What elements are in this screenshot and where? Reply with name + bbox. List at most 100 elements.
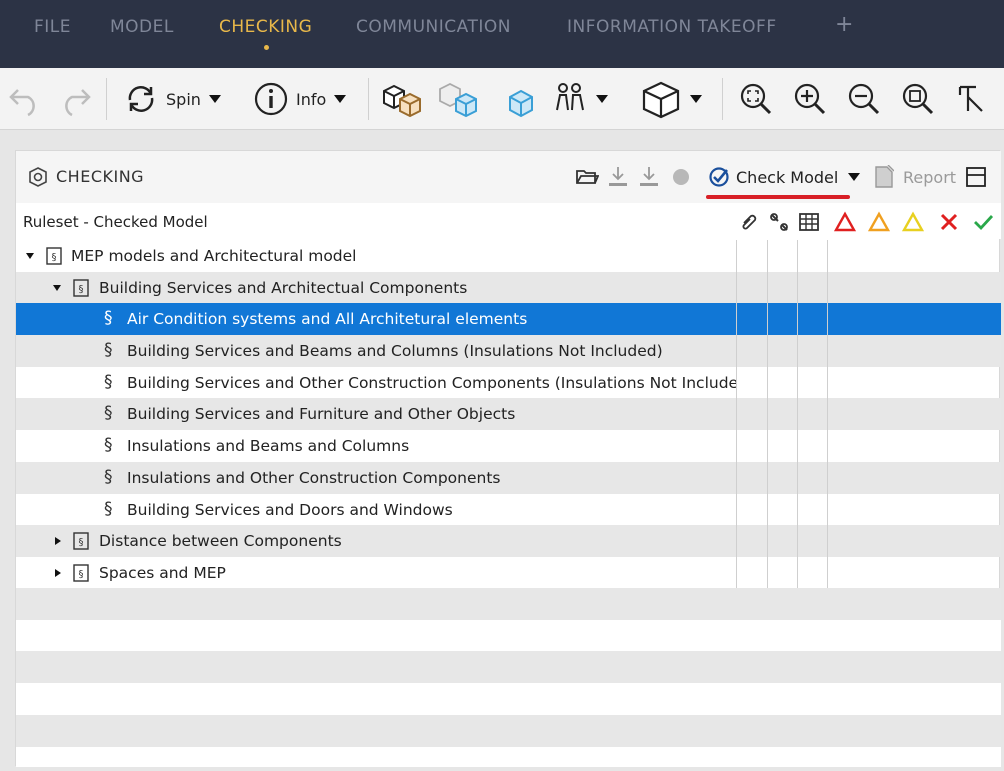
- expand-right-icon[interactable]: [53, 536, 63, 546]
- cube-icon: [642, 81, 680, 119]
- tree-group-label: Spaces and MEP: [99, 563, 226, 582]
- ruleset-folder-icon: §: [46, 247, 62, 265]
- tree-row-rule[interactable]: § Building Services and Doors and Window…: [16, 494, 1001, 526]
- top-menu-bar: FILE MODEL CHECKING COMMUNICATION INFORM…: [0, 0, 1004, 68]
- menu-checking[interactable]: CHECKING: [219, 17, 312, 37]
- major-issue-icon[interactable]: [868, 211, 890, 233]
- add-tab-button[interactable]: +: [835, 12, 853, 37]
- zoom-out-icon: [848, 83, 880, 115]
- people-button[interactable]: [552, 68, 608, 130]
- zoom-out-button[interactable]: [846, 68, 882, 130]
- spin-dropdown-caret[interactable]: [208, 95, 221, 103]
- download-icon[interactable]: [607, 165, 629, 189]
- critical-issue-icon[interactable]: [834, 211, 856, 233]
- record-icon[interactable]: [671, 167, 691, 187]
- tree-row-rule[interactable]: § Air Condition systems and All Architet…: [16, 303, 1001, 336]
- toolbar-separator: [722, 78, 723, 120]
- info-icon: [254, 82, 288, 116]
- tree-row-group[interactable]: § Distance between Components: [16, 525, 1001, 557]
- ruleset-folder-icon: §: [73, 278, 89, 297]
- model-box-blue-icon: [509, 89, 533, 118]
- column-divider: [827, 240, 828, 588]
- menu-information-takeoff[interactable]: INFORMATION TAKEOFF: [567, 17, 777, 37]
- zoom-window-icon: [902, 83, 934, 115]
- spin-button[interactable]: Spin: [122, 68, 221, 130]
- undo-button[interactable]: [6, 68, 44, 130]
- rule-label: Building Services and Beams and Columns …: [127, 342, 663, 361]
- rule-icon: §: [104, 498, 113, 519]
- svg-text:§: §: [52, 252, 57, 263]
- tree-row-rule[interactable]: § Building Services and Furniture and Ot…: [16, 398, 1001, 431]
- empty-row: [16, 747, 1001, 767]
- toolbar-separator: [106, 78, 107, 120]
- model-boxes-blue-icon: [439, 82, 477, 118]
- tree-row-rule[interactable]: § Insulations and Other Construction Com…: [16, 461, 1001, 494]
- info-button[interactable]: Info: [252, 68, 347, 130]
- rule-label: Insulations and Beams and Columns: [127, 437, 410, 456]
- check-model-highlight-underline: [706, 195, 850, 199]
- model-boxes-button[interactable]: [380, 68, 424, 130]
- view-cube-dropdown-caret[interactable]: [690, 95, 702, 103]
- expand-down-icon[interactable]: [25, 251, 35, 261]
- menu-model[interactable]: MODEL: [110, 17, 174, 37]
- panel-header: CHECKING Check Model Report: [16, 151, 1001, 203]
- ruleset-column-header[interactable]: Ruleset - Checked Model: [23, 213, 208, 231]
- zoom-in-button[interactable]: [792, 68, 828, 130]
- tree-row-group[interactable]: § Building Services and Architectual Com…: [16, 271, 1001, 304]
- expand-down-icon[interactable]: [52, 283, 62, 293]
- menu-communication[interactable]: COMMUNICATION: [356, 17, 511, 37]
- empty-row: [16, 651, 1001, 683]
- redo-icon: [65, 89, 91, 117]
- rule-icon: §: [104, 435, 113, 456]
- info-label: Info: [296, 89, 327, 109]
- check-model-button[interactable]: Check Model: [708, 163, 861, 191]
- tree-row-group[interactable]: § Spaces and MEP: [16, 557, 1001, 589]
- wrench-icon[interactable]: [768, 211, 790, 233]
- expand-right-icon[interactable]: [53, 568, 63, 578]
- tree-row-rule[interactable]: § Building Services and Other Constructi…: [16, 367, 1001, 399]
- rejected-icon[interactable]: [938, 211, 960, 233]
- paperclip-icon[interactable]: [738, 211, 760, 233]
- pan-button[interactable]: [952, 68, 988, 130]
- accepted-icon[interactable]: [972, 211, 994, 233]
- view-cube-button[interactable]: [640, 68, 702, 130]
- column-divider: [736, 240, 737, 588]
- open-folder-icon[interactable]: [575, 165, 599, 189]
- redo-button[interactable]: [56, 68, 94, 130]
- tree-group-label: Building Services and Architectual Compo…: [99, 278, 468, 297]
- info-dropdown-caret[interactable]: [334, 95, 347, 103]
- column-divider: [767, 240, 768, 588]
- rule-icon: §: [104, 466, 113, 487]
- zoom-fit-button[interactable]: [738, 68, 774, 130]
- model-box-button[interactable]: [502, 68, 540, 130]
- tree-row-rule[interactable]: § Building Services and Beams and Column…: [16, 335, 1001, 367]
- empty-row: [16, 620, 1001, 652]
- svg-text:§: §: [79, 537, 84, 548]
- check-model-dropdown-caret[interactable]: [848, 173, 861, 181]
- minor-issue-icon[interactable]: [902, 211, 924, 233]
- people-icon: [556, 83, 584, 111]
- spin-label: Spin: [166, 89, 201, 109]
- rule-icon: §: [104, 308, 113, 329]
- checking-panel: CHECKING Check Model Report Ruleset - Ch…: [15, 150, 1001, 767]
- empty-row: [16, 588, 1001, 620]
- rule-label: Building Services and Other Construction…: [127, 373, 737, 392]
- model-boxes-selected-button[interactable]: [436, 68, 480, 130]
- table-icon[interactable]: [798, 211, 820, 233]
- download-alt-icon[interactable]: [638, 165, 660, 189]
- panel-maximize-icon[interactable]: [965, 166, 987, 188]
- toolbar: Spin Info: [0, 68, 1004, 130]
- report-icon[interactable]: [874, 165, 894, 189]
- svg-text:§: §: [79, 284, 84, 295]
- menu-file[interactable]: FILE: [34, 17, 71, 37]
- tree-row-rule[interactable]: § Insulations and Beams and Columns: [16, 430, 1001, 462]
- report-button[interactable]: Report: [903, 168, 956, 187]
- tree-group-label: Distance between Components: [99, 532, 342, 551]
- column-divider: [797, 240, 798, 588]
- rule-icon: §: [104, 403, 113, 424]
- people-dropdown-caret[interactable]: [596, 95, 608, 103]
- rule-label: Building Services and Furniture and Othe…: [127, 405, 516, 424]
- ruleset-folder-icon: §: [73, 564, 89, 582]
- zoom-window-button[interactable]: [900, 68, 936, 130]
- tree-row-root[interactable]: § MEP models and Architectural model: [16, 240, 1001, 272]
